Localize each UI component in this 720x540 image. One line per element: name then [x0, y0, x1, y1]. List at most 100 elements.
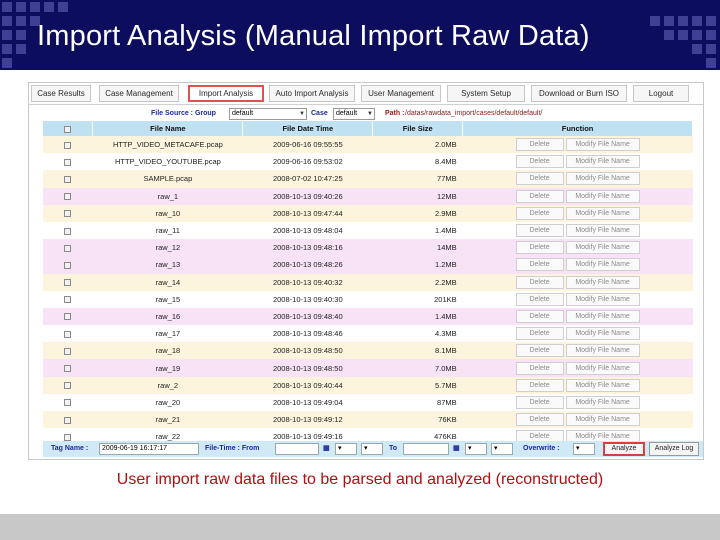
function-cell: Delete Modify File Name — [462, 170, 693, 188]
row-select-cell — [43, 273, 93, 291]
row-select-cell — [43, 256, 93, 274]
row-checkbox[interactable] — [64, 227, 72, 235]
analyze-button[interactable]: Analyze — [603, 442, 645, 456]
row-checkbox[interactable] — [64, 141, 72, 149]
calendar-icon[interactable]: ▦ — [453, 441, 460, 457]
tab-case-results[interactable]: Case Results — [31, 85, 91, 102]
delete-button[interactable]: Delete — [515, 206, 564, 220]
modify-file-name-button[interactable]: Modify File Name — [565, 241, 640, 255]
row-checkbox[interactable] — [64, 279, 72, 287]
delete-button[interactable]: Delete — [515, 155, 564, 169]
tab-import-analysis[interactable]: Import Analysis — [188, 85, 264, 102]
delete-button[interactable]: Delete — [515, 172, 564, 186]
file-name-cell: raw_14 — [92, 273, 243, 291]
to-minute-select[interactable]: ▾ — [491, 443, 513, 455]
case-label: Case — [311, 110, 328, 117]
path-label: Path : — [385, 110, 405, 117]
row-checkbox[interactable] — [64, 365, 72, 373]
row-checkbox[interactable] — [64, 313, 72, 321]
tab-case-management[interactable]: Case Management — [99, 85, 179, 102]
delete-button[interactable]: Delete — [515, 327, 564, 341]
delete-button[interactable]: Delete — [515, 241, 564, 255]
row-checkbox[interactable] — [64, 382, 72, 390]
tab-user-management[interactable]: User Management — [361, 85, 441, 102]
file-source-bar: File Source : Group default ▼ Case defaul… — [123, 107, 697, 121]
modify-file-name-button[interactable]: Modify File Name — [565, 309, 640, 323]
tab-logout[interactable]: Logout — [633, 85, 689, 102]
modify-file-name-button[interactable]: Modify File Name — [565, 292, 640, 306]
modify-file-name-button[interactable]: Modify File Name — [565, 206, 640, 220]
tag-name-input[interactable]: 2009-06-19 16:17:17 — [99, 443, 199, 455]
delete-button[interactable]: Delete — [515, 138, 564, 152]
modify-file-name-button[interactable]: Modify File Name — [565, 395, 640, 409]
from-hour-select[interactable]: ▾ — [335, 443, 357, 455]
row-checkbox[interactable] — [64, 347, 72, 355]
delete-button[interactable]: Delete — [515, 309, 564, 323]
row-checkbox[interactable] — [64, 210, 72, 218]
row-checkbox[interactable] — [64, 399, 72, 407]
delete-button[interactable]: Delete — [515, 361, 564, 375]
file-size-cell: 201KB — [372, 290, 463, 308]
file-date-time-cell: 2008-10-13 09:48:04 — [242, 221, 373, 240]
row-checkbox[interactable] — [64, 261, 72, 269]
modify-file-name-button[interactable]: Modify File Name — [565, 378, 640, 392]
modify-file-name-button[interactable]: Modify File Name — [565, 155, 640, 169]
delete-button[interactable]: Delete — [515, 292, 564, 306]
function-cell: Delete Modify File Name — [462, 290, 693, 308]
delete-button[interactable]: Delete — [515, 224, 564, 238]
table-row: HTTP_VIDEO_YOUTUBE.pcap 2009-06-16 09:53:… — [43, 153, 693, 171]
row-checkbox[interactable] — [64, 244, 72, 252]
case-select[interactable]: default ▼ — [333, 108, 375, 120]
modify-file-name-button[interactable]: Modify File Name — [565, 189, 640, 203]
from-minute-select[interactable]: ▾ — [361, 443, 383, 455]
file-size-cell: 1.2MB — [372, 256, 463, 274]
path-value: /datas/rawdata_import/cases/default/defa… — [405, 110, 543, 117]
row-checkbox[interactable] — [64, 416, 72, 424]
modify-file-name-button[interactable]: Modify File Name — [565, 344, 640, 358]
delete-button[interactable]: Delete — [515, 395, 564, 409]
table-row: raw_12 2008-10-13 09:48:16 14MB Delete Modif… — [43, 239, 693, 257]
file-size-cell: 87MB — [372, 393, 463, 411]
row-checkbox[interactable] — [64, 193, 72, 201]
analyze-log-button[interactable]: Analyze Log — [649, 442, 699, 456]
row-checkbox[interactable] — [64, 158, 72, 166]
group-select[interactable]: default ▼ — [229, 108, 307, 120]
row-checkbox[interactable] — [64, 296, 72, 304]
row-checkbox[interactable] — [64, 433, 72, 441]
delete-button[interactable]: Delete — [515, 258, 564, 272]
table-row: raw_18 2008-10-13 09:48:50 8.1MB Delete Modi… — [43, 342, 693, 360]
delete-button[interactable]: Delete — [515, 344, 564, 358]
modify-file-name-button[interactable]: Modify File Name — [565, 172, 640, 186]
row-checkbox[interactable] — [64, 175, 72, 183]
overwrite-select[interactable]: ▾ — [573, 443, 595, 455]
tab-system-setup[interactable]: System Setup — [447, 85, 525, 102]
modify-file-name-button[interactable]: Modify File Name — [565, 361, 640, 375]
file-name-cell: SAMPLE.pcap — [92, 170, 243, 188]
modify-file-name-button[interactable]: Modify File Name — [565, 224, 640, 238]
delete-button[interactable]: Delete — [515, 189, 564, 203]
col-file-date-time: File Date Time — [242, 121, 374, 136]
table-row: raw_13 2008-10-13 09:48:26 1.2MB Delete Modi… — [43, 256, 693, 274]
delete-button[interactable]: Delete — [515, 378, 564, 392]
row-checkbox[interactable] — [64, 330, 72, 338]
modify-file-name-button[interactable]: Modify File Name — [565, 413, 640, 427]
tab-download-burn-iso[interactable]: Download or Burn ISO — [531, 85, 627, 102]
file-size-cell: 76KB — [372, 411, 463, 429]
function-cell: Delete Modify File Name — [462, 136, 693, 154]
modify-file-name-button[interactable]: Modify File Name — [565, 138, 640, 152]
delete-button[interactable]: Delete — [515, 413, 564, 427]
modify-file-name-button[interactable]: Modify File Name — [565, 258, 640, 272]
file-size-cell: 2.9MB — [372, 204, 463, 222]
modify-file-name-button[interactable]: Modify File Name — [565, 327, 640, 341]
function-cell: Delete Modify File Name — [462, 221, 693, 240]
modify-file-name-button[interactable]: Modify File Name — [565, 275, 640, 289]
delete-button[interactable]: Delete — [515, 275, 564, 289]
tab-auto-import-analysis[interactable]: Auto Import Analysis — [269, 85, 355, 102]
file-time-to-input[interactable] — [403, 443, 449, 455]
select-all-checkbox[interactable] — [64, 125, 72, 133]
to-hour-select[interactable]: ▾ — [465, 443, 487, 455]
file-name-cell: HTTP_VIDEO_YOUTUBE.pcap — [92, 153, 243, 171]
file-date-time-cell: 2008-10-13 09:49:12 — [242, 411, 373, 429]
file-time-from-input[interactable] — [275, 443, 319, 455]
calendar-icon[interactable]: ▦ — [323, 441, 330, 457]
